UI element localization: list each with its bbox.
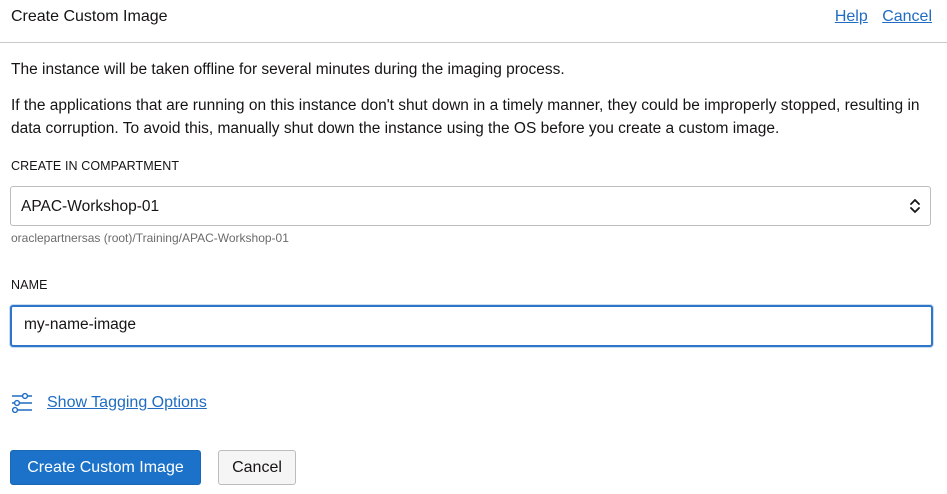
sliders-icon [11, 392, 32, 414]
help-link[interactable]: Help [835, 8, 868, 25]
name-input-wrapper [10, 305, 933, 347]
cancel-button[interactable]: Cancel [218, 450, 296, 485]
shutdown-warning: If the applications that are running on … [11, 97, 920, 137]
create-custom-image-button[interactable]: Create Custom Image [10, 450, 201, 485]
select-updown-icon [910, 199, 920, 213]
dialog-title: Create Custom Image [11, 8, 168, 25]
compartment-selected-value: APAC-Workshop-01 [21, 198, 160, 215]
compartment-path: oraclepartnersas (root)/Training/APAC-Wo… [11, 231, 289, 245]
create-custom-image-dialog: Create Custom Image Help Cancel The inst… [0, 0, 947, 494]
header-cancel-link[interactable]: Cancel [882, 8, 932, 25]
header-links: Help Cancel [825, 8, 932, 26]
name-label: NAME [11, 278, 48, 292]
dialog-header: Create Custom Image Help Cancel [0, 0, 947, 43]
compartment-label: CREATE IN COMPARTMENT [11, 159, 180, 173]
name-input[interactable] [24, 316, 914, 334]
show-tagging-options-link[interactable]: Show Tagging Options [47, 394, 207, 412]
compartment-select[interactable]: APAC-Workshop-01 [10, 186, 931, 226]
offline-notice: The instance will be taken offline for s… [11, 61, 565, 78]
